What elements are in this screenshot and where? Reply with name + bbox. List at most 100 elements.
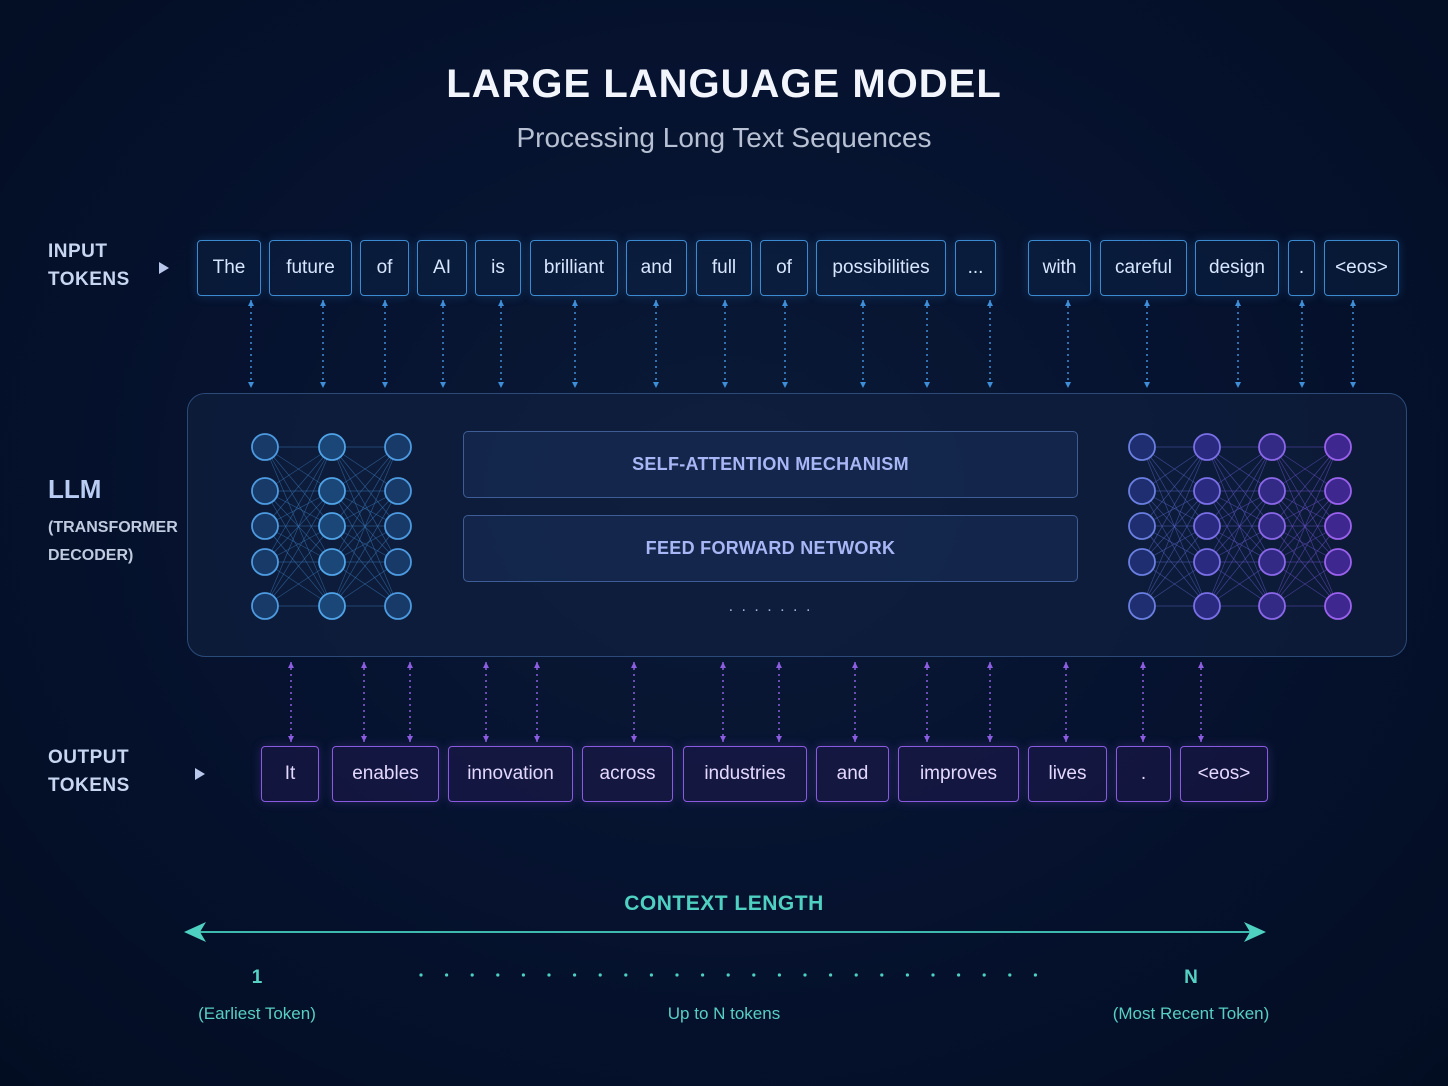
arrowhead-down (483, 736, 489, 742)
nn-node (1258, 433, 1286, 461)
context-dot (445, 973, 449, 977)
arrowhead-down (1350, 382, 1356, 388)
nn-node (251, 548, 279, 576)
arrowhead-up (1198, 662, 1204, 668)
arrowhead-up (924, 300, 930, 306)
arrowhead-up (1299, 300, 1305, 306)
context-dot (521, 973, 525, 977)
feed-forward-layer: FEED FORWARD NETWORK (463, 515, 1078, 582)
arrowhead-up (860, 300, 866, 306)
arrowhead-up (382, 300, 388, 306)
context-dot (880, 973, 884, 977)
arrowhead-up (1065, 300, 1071, 306)
nn-node (1258, 548, 1286, 576)
nn-node (1324, 512, 1352, 540)
arrowhead-down (722, 382, 728, 388)
double-arrow-icon (184, 922, 1266, 942)
nn-node (251, 433, 279, 461)
context-start-note: (Earliest Token) (198, 1004, 316, 1023)
context-dot (701, 973, 705, 977)
arrowhead-up (1144, 300, 1150, 306)
arrowhead-up (498, 300, 504, 306)
arrowhead-down (248, 382, 254, 388)
output-token: . (1116, 746, 1171, 802)
nn-node (1193, 548, 1221, 576)
nn-node (1258, 477, 1286, 505)
neural-network-right-icon (1128, 433, 1352, 620)
output-token: and (816, 746, 889, 802)
arrowhead-down (852, 736, 858, 742)
context-dot (573, 973, 577, 977)
nn-node (1193, 592, 1221, 620)
context-start-number: 1 (251, 967, 263, 988)
arrowhead-up (631, 662, 637, 668)
nn-node (251, 592, 279, 620)
arrowhead-down (782, 382, 788, 388)
context-dot (624, 973, 628, 977)
context-dot (957, 973, 961, 977)
arrowhead-up (320, 300, 326, 306)
llm-sublabel: (TRANSFORMER DECODER) (48, 519, 178, 564)
arrowhead-up (288, 662, 294, 668)
arrowhead-down (572, 382, 578, 388)
context-dots (419, 973, 1037, 977)
arrowhead-down (534, 736, 540, 742)
context-dot (470, 973, 474, 977)
arrowhead-up (1235, 300, 1241, 306)
arrowhead-down (1063, 736, 1069, 742)
nn-node (1128, 512, 1156, 540)
context-dot (777, 973, 781, 977)
nn-node (251, 512, 279, 540)
context-dot (982, 973, 986, 977)
context-dot (496, 973, 500, 977)
play-arrow-icon (195, 768, 205, 780)
nn-node (1193, 477, 1221, 505)
nn-node (384, 592, 412, 620)
nn-node (1128, 592, 1156, 620)
nn-node (1324, 477, 1352, 505)
nn-node (251, 477, 279, 505)
arrowhead-up (1063, 662, 1069, 668)
nn-node (1258, 512, 1286, 540)
arrowhead-down (1065, 382, 1071, 388)
layer-ellipsis: . . . . . . . (728, 598, 813, 615)
arrowhead-up (852, 662, 858, 668)
arrowhead-up (1350, 300, 1356, 306)
arrowhead-down (1144, 382, 1150, 388)
arrowhead-up (776, 662, 782, 668)
arrowhead-down (361, 736, 367, 742)
output-token: industries (683, 746, 807, 802)
arrowhead-down (776, 736, 782, 742)
context-dot (931, 973, 935, 977)
output-token: across (582, 746, 673, 802)
arrowhead-up (248, 300, 254, 306)
arrowhead-down (1140, 736, 1146, 742)
arrowhead-up (782, 300, 788, 306)
arrowhead-down (924, 382, 930, 388)
context-end-note: (Most Recent Token) (1112, 1004, 1270, 1023)
context-dot (675, 973, 679, 977)
nn-node (384, 433, 412, 461)
arrowhead-down (498, 382, 504, 388)
arrowhead-down (987, 382, 993, 388)
arrowhead-down (382, 382, 388, 388)
context-dot (1033, 973, 1037, 977)
arrowhead-up (653, 300, 659, 306)
output-token: innovation (448, 746, 573, 802)
context-length-title: CONTEXT LENGTH (624, 892, 824, 915)
arrowhead-up (720, 662, 726, 668)
arrowhead-up (534, 662, 540, 668)
llm-label: LLM (48, 474, 102, 504)
nn-node (318, 548, 346, 576)
arrowhead-down (288, 736, 294, 742)
arrowhead-up (572, 300, 578, 306)
nn-node (1324, 548, 1352, 576)
output-tokens-label: OUTPUT TOKENS (48, 747, 130, 796)
context-middle-note: Up to N tokens (667, 1004, 781, 1023)
arrowhead-down (440, 382, 446, 388)
output-token: lives (1028, 746, 1107, 802)
context-dot (829, 973, 833, 977)
nn-node (318, 477, 346, 505)
arrowhead-up (722, 300, 728, 306)
arrowhead-down (320, 382, 326, 388)
